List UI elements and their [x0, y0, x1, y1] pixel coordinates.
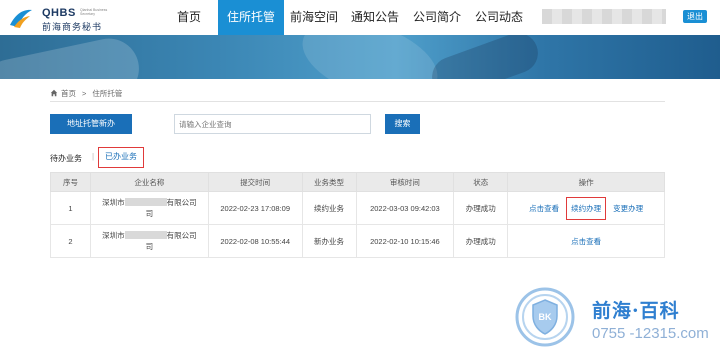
cell-no: 1 [50, 191, 91, 225]
cell-submit-time: 2022-02-08 10:55:44 [207, 224, 303, 258]
site-logo[interactable]: QHBS Qianhai Business Secretary 前海商务秘书 [6, 4, 126, 32]
company-name-redacted [124, 231, 167, 239]
watermark-badge-text: BK [539, 312, 552, 322]
watermark-shield-icon: BK [515, 287, 575, 347]
business-table: 序号 企业名称 提交时间 业务类型 审核时间 状态 操作 1 深圳市 有限公司 司… [50, 172, 665, 258]
view-link[interactable]: 点击查看 [529, 203, 559, 214]
actions-group: 点击查看 续约办理 变更办理 [508, 196, 664, 220]
logo-text-cn: 前海商务秘书 [42, 22, 103, 32]
cell-audit-time: 2022-03-03 09:42:03 [355, 191, 455, 225]
company-search-input[interactable] [174, 114, 371, 134]
nav-item-address-hosting[interactable]: 住所托管 [218, 0, 284, 35]
new-address-hosting-button[interactable]: 地址托管新办 [50, 114, 132, 134]
banner-decoration [0, 35, 145, 79]
nav-item-company-intro[interactable]: 公司简介 [406, 0, 468, 35]
company-name-suffix: 有限公司 [166, 231, 197, 240]
site-header: QHBS Qianhai Business Secretary 前海商务秘书 首… [0, 0, 720, 35]
column-header-type: 业务类型 [301, 172, 357, 192]
company-name-redacted [124, 198, 167, 206]
breadcrumb-home[interactable]: 首页 [61, 88, 76, 99]
search-button[interactable]: 搜索 [385, 114, 420, 134]
nav-item-qianhai-space[interactable]: 前海空间 [284, 0, 344, 35]
company-name-prefix: 深圳市 [102, 198, 125, 207]
cell-status: 办理成功 [453, 224, 509, 258]
cell-actions: 点击查看 续约办理 变更办理 [507, 191, 665, 225]
user-name-redacted [542, 9, 666, 24]
cell-no: 2 [50, 224, 91, 258]
cell-business-type: 新办业务 [301, 224, 357, 258]
renew-link[interactable]: 续约办理 [566, 196, 607, 220]
breadcrumb-current: 住所托管 [92, 88, 123, 98]
divider [50, 101, 665, 102]
nav-item-home[interactable]: 首页 [160, 0, 218, 35]
column-header-company: 企业名称 [89, 172, 209, 192]
cell-company-name: 深圳市 有限公司 司 [89, 224, 209, 258]
column-header-no: 序号 [50, 172, 91, 192]
watermark-url: 0755 -12315.com [592, 325, 709, 342]
nav-item-notices[interactable]: 通知公告 [344, 0, 406, 35]
tab-separator: | [92, 152, 95, 161]
table-row: 1 深圳市 有限公司 司 2022-02-23 17:08:09 续约业务 202… [50, 191, 665, 225]
view-link[interactable]: 点击查看 [571, 236, 601, 247]
column-header-status: 状态 [453, 172, 509, 192]
watermark-title: 前海·百科 [592, 300, 680, 322]
logo-text-en-sub: Qianhai Business Secretary [80, 8, 108, 16]
nav-item-company-news[interactable]: 公司动态 [468, 0, 530, 35]
watermark: BK 前海·百科 0755 -12315.com [512, 286, 720, 351]
cell-submit-time: 2022-02-23 17:08:09 [207, 191, 303, 225]
tab-completed-business[interactable]: 已办业务 [98, 147, 144, 168]
column-header-audit-time: 审核时间 [355, 172, 455, 192]
breadcrumb-separator: > [82, 88, 87, 98]
cell-status: 办理成功 [453, 191, 509, 225]
home-icon [50, 89, 58, 97]
banner-decoration [426, 35, 544, 79]
logo-text-en: QHBS [42, 7, 76, 19]
cell-actions: 点击查看 [507, 224, 665, 258]
breadcrumb: 首页 > 住所托管 [50, 85, 665, 101]
company-name-tail: 司 [145, 209, 154, 218]
change-link[interactable]: 变更办理 [613, 203, 643, 214]
main-nav: 首页 住所托管 前海空间 通知公告 公司简介 公司动态 [160, 0, 530, 35]
column-header-submit-time: 提交时间 [207, 172, 303, 192]
cell-audit-time: 2022-02-10 10:15:46 [355, 224, 455, 258]
cell-company-name: 深圳市 有限公司 司 [89, 191, 209, 225]
tab-pending-business[interactable]: 待办业务 [50, 153, 82, 164]
cell-business-type: 续约业务 [301, 191, 357, 225]
table-row: 2 深圳市 有限公司 司 2022-02-08 10:55:44 新办业务 202… [50, 224, 665, 258]
table-header-row: 序号 企业名称 提交时间 业务类型 审核时间 状态 操作 [50, 172, 665, 192]
company-name-tail: 司 [145, 242, 154, 251]
logo-swoosh-icon [10, 9, 32, 28]
company-name-suffix: 有限公司 [166, 198, 197, 207]
hero-banner [0, 35, 720, 79]
logout-button[interactable]: 退出 [683, 10, 707, 23]
banner-decoration [292, 35, 448, 79]
company-name-prefix: 深圳市 [102, 231, 125, 240]
column-header-actions: 操作 [507, 172, 665, 192]
